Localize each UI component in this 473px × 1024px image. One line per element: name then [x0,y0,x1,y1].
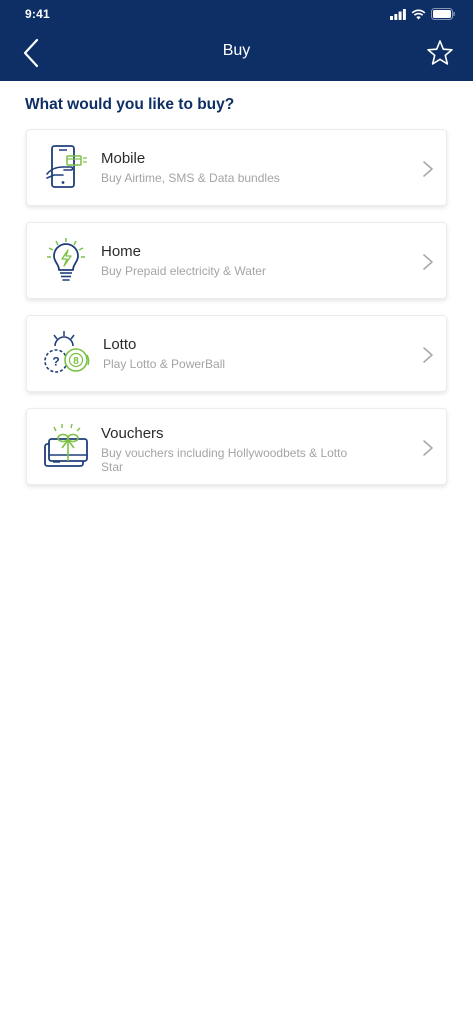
option-title: Home [101,243,142,260]
svg-text:?: ? [52,355,59,369]
buy-option-home[interactable]: Home Buy Prepaid electricity & Water [26,222,447,299]
option-subtitle: Buy vouchers including Hollywoodbets & L… [101,446,348,474]
option-subtitle: Buy Prepaid electricity & Water [101,264,266,278]
status-icons [390,8,455,20]
gift-voucher-icon [41,421,91,471]
page-title: Buy [222,42,251,59]
star-outline-icon [427,40,453,65]
lightbulb-icon [41,235,91,285]
option-subtitle: Play Lotto & PowerBall [103,357,226,371]
buy-option-lotto[interactable]: ? 8 Lotto Play Lotto & PowerBall [26,315,447,392]
chevron-right-icon [423,347,433,363]
mobile-payment-icon [41,142,91,192]
app-header: 9:41 Buy [0,0,473,81]
wifi-icon [411,9,426,19]
buy-option-mobile[interactable]: Mobile Buy Airtime, SMS & Data bundles [26,129,447,206]
option-title: Mobile [101,150,146,167]
section-heading: What would you like to buy? [25,96,235,113]
option-title: Lotto [103,336,137,353]
lotto-balls-icon: ? 8 [39,328,93,378]
signal-icon [390,8,406,20]
battery-icon [431,8,455,20]
chevron-right-icon [423,161,433,177]
chevron-right-icon [423,440,433,456]
status-time: 9:41 [25,7,50,21]
option-subtitle: Buy Airtime, SMS & Data bundles [101,171,280,185]
buy-option-vouchers[interactable]: Vouchers Buy vouchers including Hollywoo… [26,408,447,485]
favorite-button[interactable] [425,38,455,68]
option-title: Vouchers [101,425,164,442]
svg-text:8: 8 [73,356,79,367]
chevron-right-icon [423,254,433,270]
